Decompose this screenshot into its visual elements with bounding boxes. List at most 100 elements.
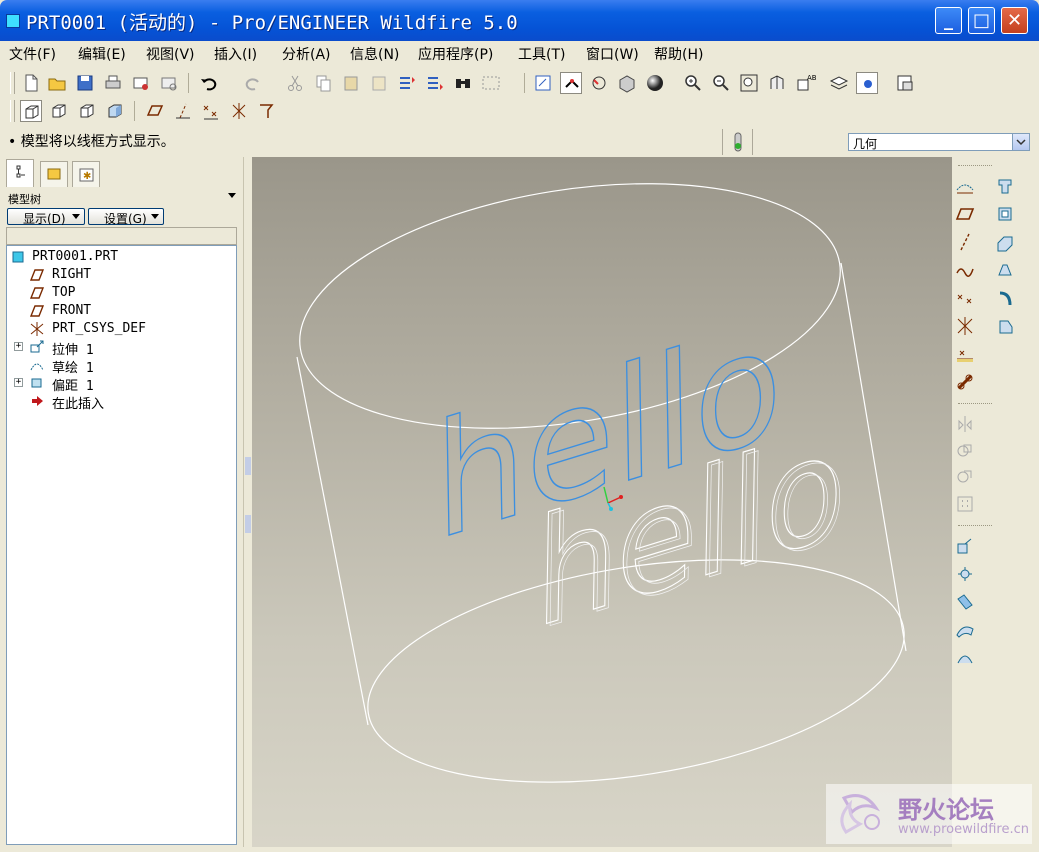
regen-manager-icon[interactable] <box>424 72 446 94</box>
toolbar-grip[interactable] <box>10 100 15 122</box>
toolbar-grip[interactable] <box>10 72 15 94</box>
zoom-out-icon[interactable] <box>710 72 732 94</box>
datum-axes-toggle-icon[interactable] <box>172 100 194 122</box>
sweep-tool-icon[interactable] <box>994 231 1016 253</box>
display-style-icon[interactable] <box>856 72 878 94</box>
mirror-tool-icon[interactable] <box>954 413 976 435</box>
maximize-button[interactable]: □ <box>968 7 995 34</box>
menu-help[interactable]: 帮助(H) <box>654 44 703 64</box>
tree-item-part[interactable]: PRT0001.PRT <box>7 248 227 266</box>
rib-tool-icon[interactable] <box>954 591 976 613</box>
expand-icon[interactable]: + <box>14 378 23 387</box>
graphics-window[interactable]: hello hello hello <box>252 157 952 847</box>
model-display-icon[interactable] <box>894 72 916 94</box>
undo-icon[interactable] <box>198 72 220 94</box>
collapse-right-icon[interactable] <box>245 515 251 533</box>
paste-icon[interactable] <box>340 72 362 94</box>
menu-analysis[interactable]: 分析(A) <box>282 44 331 64</box>
menu-insert[interactable]: 插入(I) <box>214 44 257 64</box>
menu-view[interactable]: 视图(V) <box>146 44 195 64</box>
hidden-line-icon[interactable] <box>48 100 70 122</box>
pattern-tool-icon[interactable] <box>954 493 976 515</box>
menu-info[interactable]: 信息(N) <box>350 44 399 64</box>
regenerate-icon[interactable] <box>396 72 418 94</box>
merge-tool-icon[interactable] <box>954 439 976 461</box>
paste-special-icon[interactable] <box>368 72 390 94</box>
shading-icon[interactable] <box>104 100 126 122</box>
close-button[interactable]: ✕ <box>1001 7 1028 34</box>
tree-item-insert-here[interactable]: 在此插入 <box>7 392 227 412</box>
analysis-tool-icon[interactable] <box>954 343 976 365</box>
draft-tool-icon[interactable] <box>954 535 976 557</box>
csys-tool-icon[interactable] <box>954 315 976 337</box>
tree-item-sketch[interactable]: 草绘 1 <box>7 356 227 376</box>
selection-filter-select[interactable]: 几何 <box>848 133 1030 151</box>
datum-curve-tool-icon[interactable] <box>954 259 976 281</box>
datum-plane-tool-icon[interactable] <box>954 203 976 225</box>
show-button[interactable]: 显示(D) <box>7 208 85 226</box>
datum-planes-toggle-icon[interactable] <box>144 100 166 122</box>
open-folder-icon[interactable] <box>46 72 68 94</box>
send-link-icon[interactable] <box>158 72 180 94</box>
tree-item-offset[interactable]: + 偏距 1 <box>7 374 227 394</box>
tree-item-front[interactable]: FRONT <box>7 302 227 320</box>
tree-item-label: PRT0001.PRT <box>32 249 119 264</box>
select-box-icon[interactable] <box>480 72 502 94</box>
collapse-left-icon[interactable] <box>245 457 251 475</box>
spin-center-icon[interactable] <box>560 72 582 94</box>
view-manager-icon[interactable] <box>616 72 638 94</box>
redo-icon[interactable] <box>242 72 264 94</box>
datum-axis-tool-icon[interactable] <box>954 231 976 253</box>
menu-edit[interactable]: 编辑(E) <box>78 44 126 64</box>
repaint-icon[interactable] <box>532 72 554 94</box>
menu-applications[interactable]: 应用程序(P) <box>418 44 493 64</box>
appearance-sphere-icon[interactable] <box>644 72 666 94</box>
orient-mode-icon[interactable] <box>588 72 610 94</box>
save-icon[interactable] <box>74 72 96 94</box>
datum-point-tool-icon[interactable] <box>954 287 976 309</box>
menu-window[interactable]: 窗口(W) <box>586 44 639 64</box>
print-icon[interactable] <box>102 72 124 94</box>
send-mail-icon[interactable] <box>130 72 152 94</box>
saved-views-icon[interactable]: AB <box>794 72 817 94</box>
divider <box>958 403 992 404</box>
menu-file[interactable]: 文件(F) <box>9 44 56 64</box>
expand-icon[interactable]: + <box>14 342 23 351</box>
tree-item-top[interactable]: TOP <box>7 284 227 302</box>
chevron-down-icon[interactable] <box>228 193 236 198</box>
settings-button[interactable]: 设置(G) <box>88 208 164 226</box>
round-tool-icon[interactable] <box>994 315 1016 337</box>
revolve-tool-icon[interactable] <box>994 203 1016 225</box>
hole-tool-icon[interactable] <box>994 287 1016 309</box>
datum-points-toggle-icon[interactable] <box>200 100 222 122</box>
trim-tool-icon[interactable] <box>954 465 976 487</box>
cut-icon[interactable] <box>284 72 306 94</box>
wireframe-display-icon[interactable] <box>20 100 42 122</box>
layers-icon[interactable] <box>828 72 850 94</box>
boundary-blend-tool-icon[interactable] <box>954 647 976 669</box>
tab-folder-browser[interactable] <box>40 161 68 187</box>
tree-item-right[interactable]: RIGHT <box>7 266 227 284</box>
shell-tool-icon[interactable] <box>954 563 976 585</box>
blend-tool-icon[interactable] <box>994 259 1016 281</box>
find-icon[interactable] <box>452 72 474 94</box>
chevron-down-icon[interactable] <box>1012 134 1029 150</box>
no-hidden-icon[interactable] <box>76 100 98 122</box>
minimize-button[interactable]: _ <box>935 7 962 34</box>
reorient-icon[interactable] <box>766 72 788 94</box>
copy-icon[interactable] <box>312 72 334 94</box>
tab-favorites[interactable]: ✱ <box>72 161 100 187</box>
surface-tool-icon[interactable] <box>954 619 976 641</box>
tree-item-csys[interactable]: PRT_CSYS_DEF <box>7 320 227 338</box>
sketch-tool-icon[interactable] <box>954 175 976 197</box>
extrude-tool-icon[interactable] <box>994 175 1016 197</box>
menu-tools[interactable]: 工具(T) <box>518 44 565 64</box>
tree-item-extrude[interactable]: + 拉伸 1 <box>7 338 227 358</box>
csys-toggle-icon[interactable] <box>228 100 250 122</box>
zoom-in-icon[interactable] <box>682 72 704 94</box>
new-file-icon[interactable] <box>20 72 42 94</box>
link-tool-icon[interactable] <box>954 371 976 393</box>
annotation-toggle-icon[interactable] <box>256 100 278 122</box>
tab-model-tree[interactable] <box>6 159 34 187</box>
refit-icon[interactable] <box>738 72 760 94</box>
